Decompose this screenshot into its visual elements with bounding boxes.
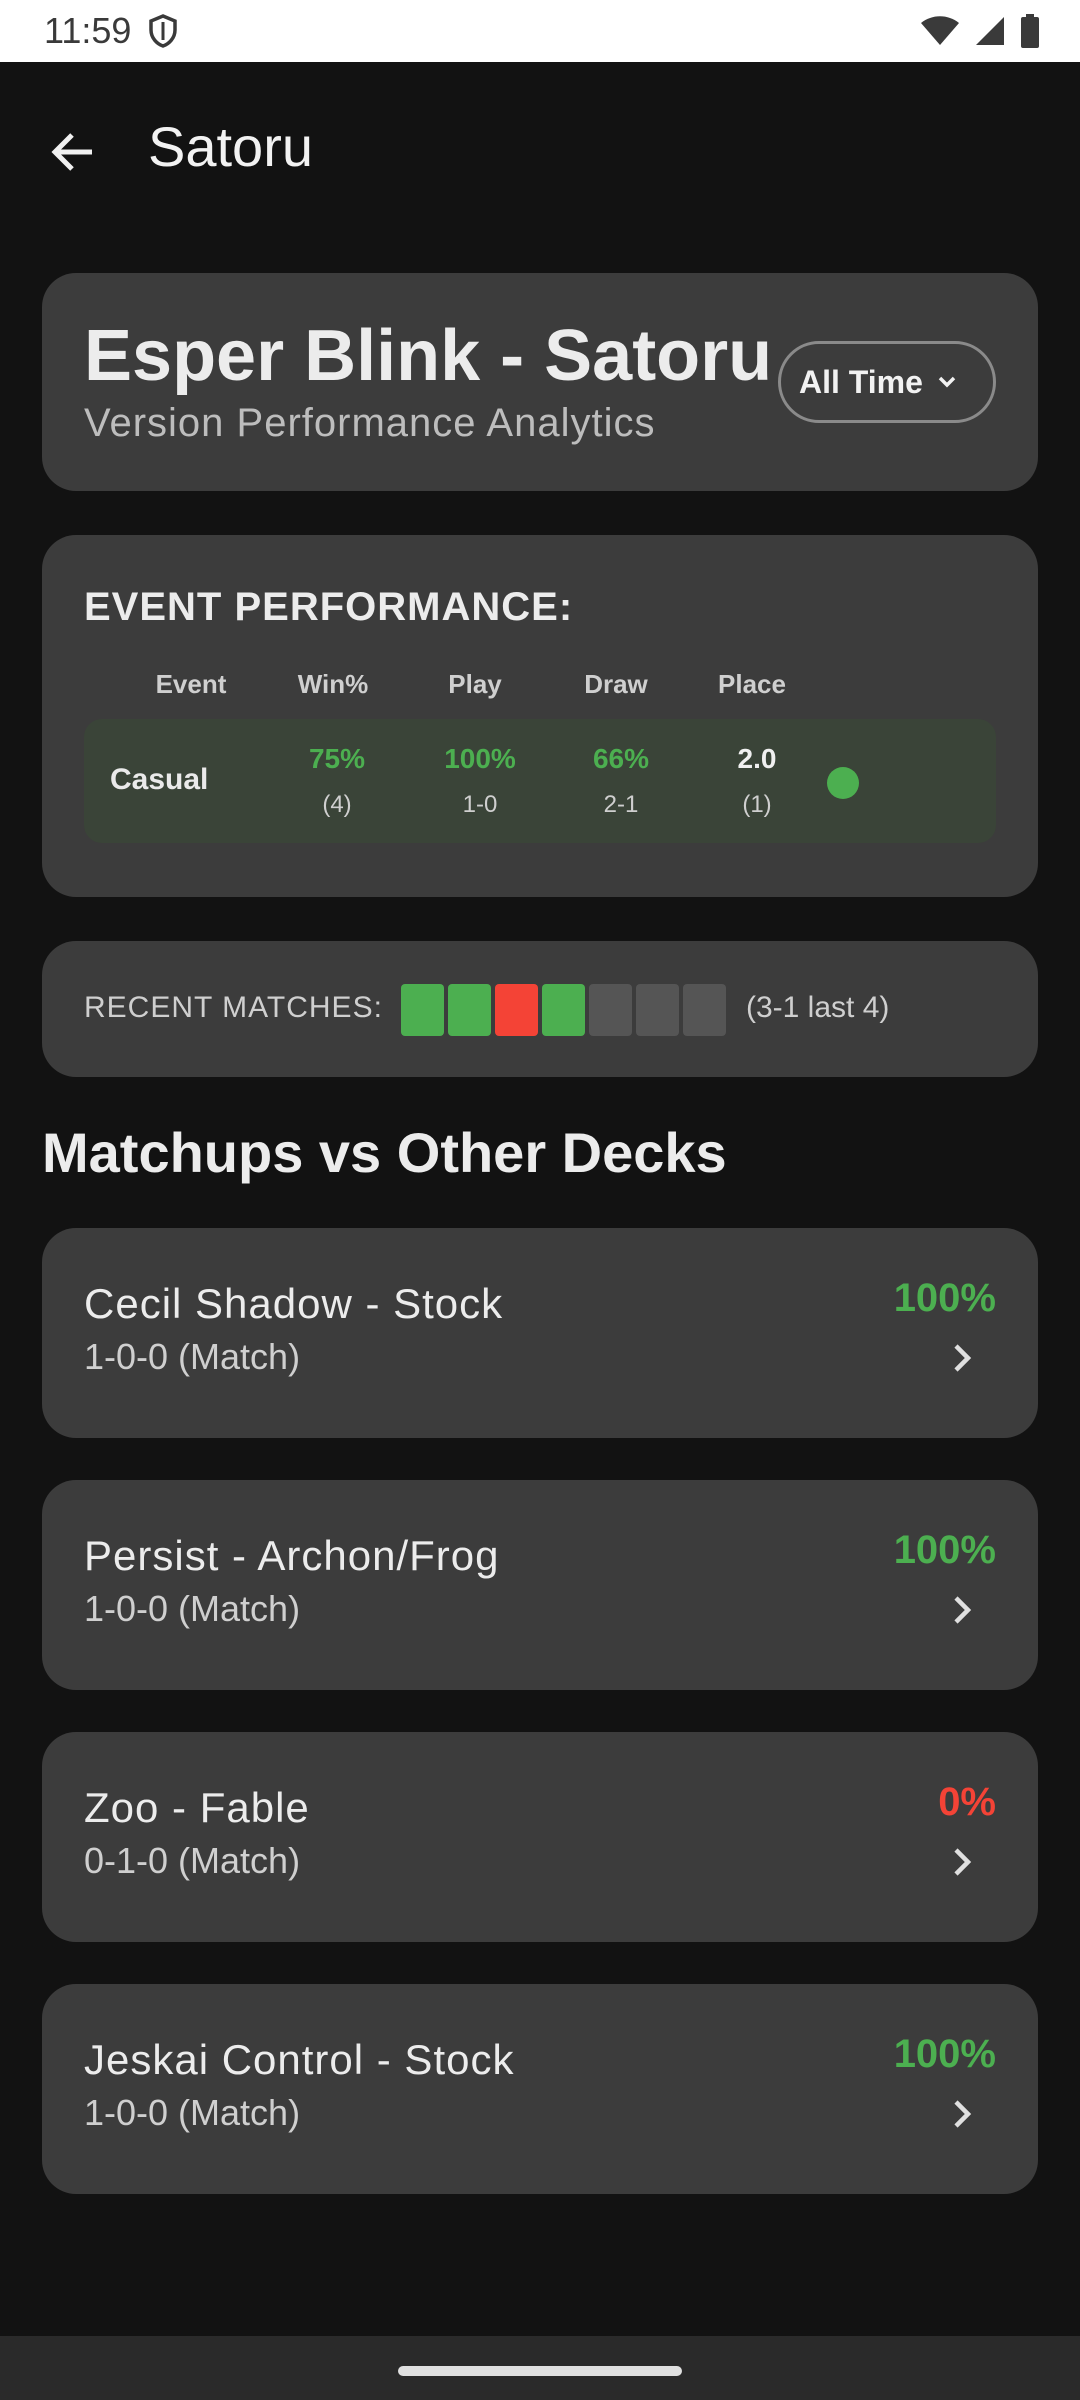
result-empty-square [683,984,726,1036]
play-record: 1-0 [462,791,498,818]
play-percent: 100% [444,743,516,774]
column-header-place: Place [718,669,786,699]
draw-percent: 66% [592,743,650,774]
signal-icon [974,15,1006,52]
place-average: 2.0 [737,743,777,774]
recent-matches-label: RECENT MATCHES: [84,991,383,1024]
status-bar: 11:59 [0,0,1080,62]
win-percent: 75% [308,743,366,774]
result-win-square [542,984,585,1036]
status-time: 11:59 [44,10,132,51]
deck-header-card: Esper Blink - Satoru Version Performance… [42,273,1038,491]
column-header-draw: Draw [584,669,648,699]
app-bar: Satoru [0,62,1080,232]
matchups-title: Matchups vs Other Decks [42,1121,727,1184]
wifi-icon [920,15,960,52]
event-performance-title: EVENT PERFORMANCE: [84,585,574,629]
chevron-right-icon [942,1590,982,1630]
deck-subtitle: Version Performance Analytics [84,401,656,445]
chevron-right-icon [942,1338,982,1378]
result-win-square [401,984,444,1036]
chevron-right-icon [942,1842,982,1882]
matchup-card[interactable]: Jeskai Control - Stock 1-0-0 (Match) 100… [42,1984,1038,2194]
place-count: (1) [742,791,772,818]
column-header-play: Play [448,669,502,699]
recent-summary: (3-1 last 4) [746,991,890,1024]
event-performance-card: EVENT PERFORMANCE: Event Win% Play Draw … [42,535,1038,897]
event-name: Casual [110,763,209,796]
page-title: Satoru [148,115,313,178]
result-win-square [448,984,491,1036]
recent-results [401,984,726,1036]
column-header-event: Event [155,669,227,699]
matchup-deck-name: Jeskai Control - Stock [84,2036,515,2083]
time-filter-dropdown[interactable]: All Time [778,341,996,423]
recent-matches-card: RECENT MATCHES: (3-1 last 4) [42,941,1038,1077]
status-dot [827,767,859,799]
matchup-win-percent: 0% [938,1780,996,1824]
event-row[interactable]: Casual 75% (4) 100% 1-0 66% 2-1 2.0 (1) [84,719,996,843]
matchup-win-percent: 100% [893,2032,996,2076]
result-loss-square [495,984,538,1036]
matchup-record: 1-0-0 (Match) [84,1336,301,1377]
matchup-win-percent: 100% [893,1276,996,1320]
matchup-deck-name: Persist - Archon/Frog [84,1532,500,1579]
time-filter-label: All Time [799,363,923,400]
matchup-win-percent: 100% [893,1528,996,1572]
matchup-record: 1-0-0 (Match) [84,1588,301,1629]
navigation-bar [0,2336,1080,2400]
battery-icon [1020,14,1040,53]
matchup-record: 1-0-0 (Match) [84,2092,301,2133]
arrow-back-icon[interactable] [44,122,104,182]
win-count: (4) [322,791,352,818]
chevron-down-icon [935,364,959,401]
chevron-right-icon [942,2094,982,2134]
matchup-card[interactable]: Zoo - Fable 0-1-0 (Match) 0% [42,1732,1038,1942]
result-empty-square [636,984,679,1036]
draw-record: 2-1 [603,791,639,818]
matchup-record: 0-1-0 (Match) [84,1840,301,1881]
deck-name: Esper Blink - Satoru [84,316,773,396]
home-gesture-handle[interactable] [398,2366,682,2376]
matchup-card[interactable]: Cecil Shadow - Stock 1-0-0 (Match) 100% [42,1228,1038,1438]
shield-icon [148,14,178,53]
matchup-deck-name: Cecil Shadow - Stock [84,1280,504,1327]
matchup-card[interactable]: Persist - Archon/Frog 1-0-0 (Match) 100% [42,1480,1038,1690]
matchup-deck-name: Zoo - Fable [84,1784,310,1831]
result-empty-square [589,984,632,1036]
column-header-win: Win% [297,669,369,699]
